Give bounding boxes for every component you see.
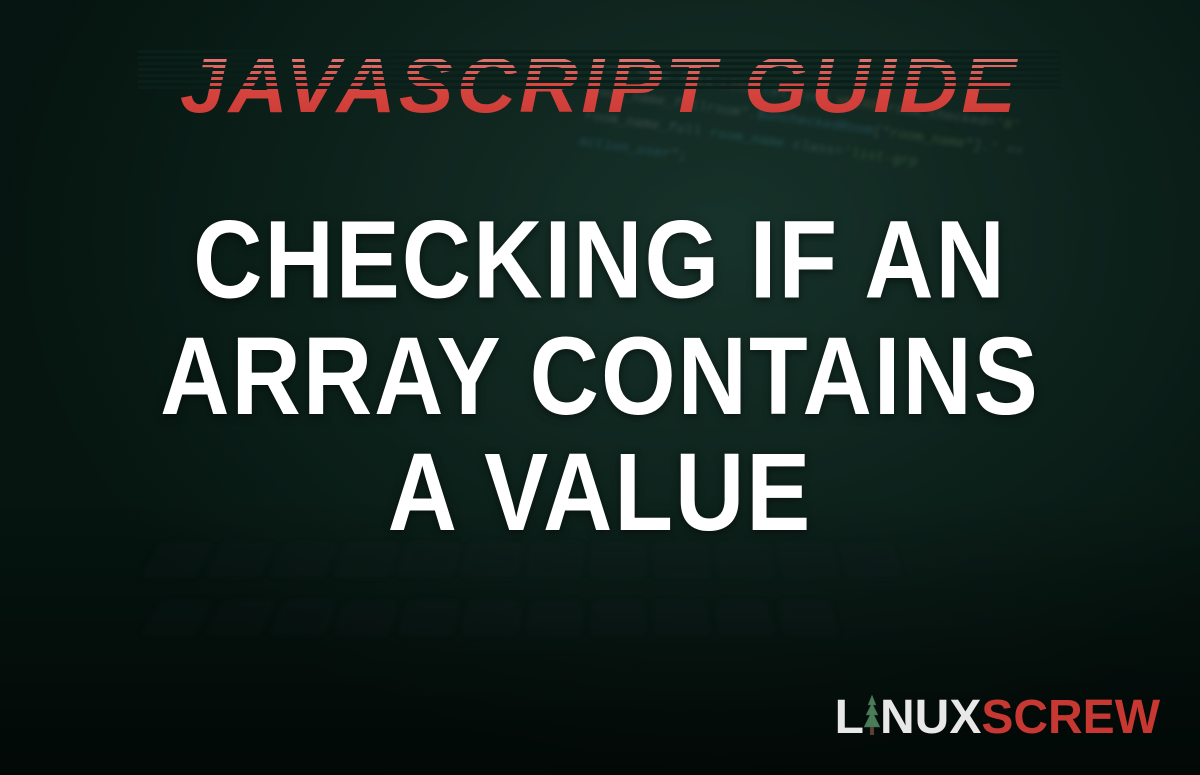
title-line-3: A VALUE [160, 435, 1040, 551]
logo-text-screw: SCREW [981, 690, 1160, 745]
pine-tree-icon [862, 697, 882, 739]
title-line-2: ARRAY CONTAINS [160, 319, 1040, 435]
title-line-1: CHECKING IF AN [160, 203, 1040, 319]
content-container: JAVASCRIPT GUIDE CHECKING IF AN ARRAY CO… [0, 0, 1200, 775]
logo-text-nux: NUX [880, 690, 981, 745]
main-title: CHECKING IF AN ARRAY CONTAINS A VALUE [160, 203, 1040, 551]
site-logo: L NUX SCREW [835, 690, 1160, 745]
category-header: JAVASCRIPT GUIDE [180, 40, 1019, 131]
